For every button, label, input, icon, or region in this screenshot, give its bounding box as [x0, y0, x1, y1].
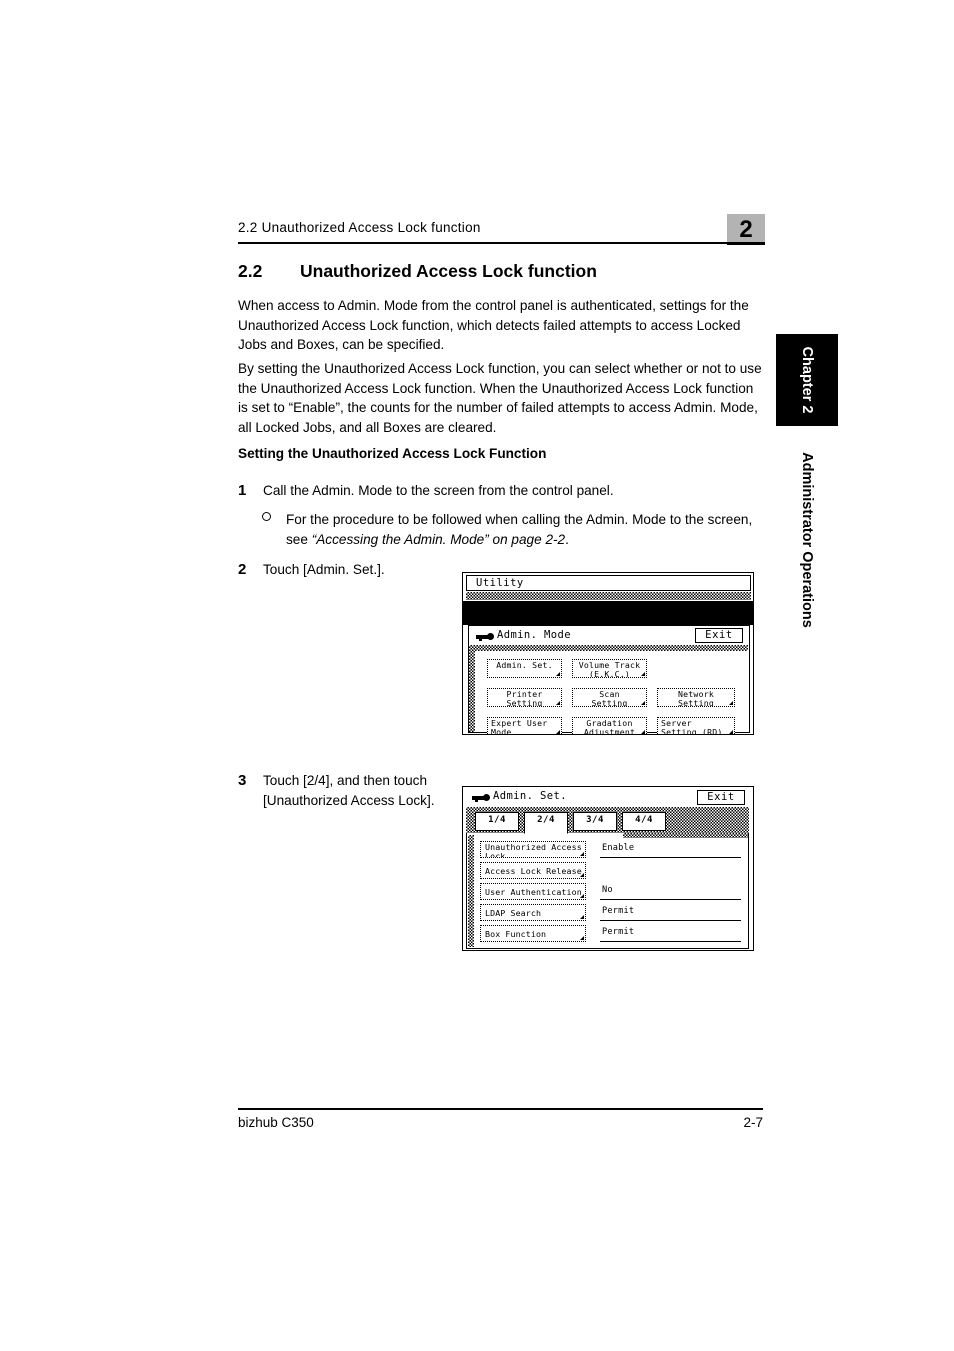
- corner-marker-icon: [641, 672, 645, 676]
- lcd2-tab-3-4[interactable]: 3/4: [573, 812, 617, 831]
- running-head: 2.2 Unauthorized Access Lock function: [238, 219, 763, 236]
- lcd2-window-header: Admin. Set. Exit: [463, 787, 753, 806]
- lcd2-left-rail: [468, 835, 474, 947]
- bullet-text: For the procedure to be followed when ca…: [286, 510, 762, 549]
- lcd2-row-ldap-search-label: LDAP Search: [485, 908, 542, 918]
- lcd1-button-expert-user-mode-label2: Mode: [491, 727, 512, 735]
- key-icon: [476, 633, 495, 641]
- lcd1-button-admin-set-label: Admin. Set.: [496, 660, 553, 670]
- lcd2-tab-1-4[interactable]: 1/4: [475, 812, 519, 831]
- corner-marker-icon: [580, 852, 584, 856]
- lcd1-button-scan-setting[interactable]: Scan Setting: [572, 688, 647, 707]
- lcd1-button-volume-track-label2: (E.K.C.): [588, 669, 631, 678]
- step-3-text: Touch [2/4], and then touch [Unauthorize…: [263, 773, 435, 808]
- lcd1-dither-strip-top: [466, 592, 751, 600]
- lcd2-row-box-function-label: Box Function: [485, 929, 547, 939]
- lcd1-button-admin-set[interactable]: Admin. Set.: [487, 659, 562, 678]
- lcd1-button-server-setting[interactable]: Server Setting (RD): [657, 717, 735, 735]
- lcd2-exit-button[interactable]: Exit: [697, 790, 745, 805]
- step-3-marker: 3: [238, 772, 247, 789]
- footer-product-name: bizhub C350: [238, 1115, 314, 1130]
- lcd1-window-title: Utility: [476, 577, 524, 589]
- lcd1-button-expert-user-mode[interactable]: Expert User Mode: [487, 717, 562, 735]
- lcd2-row-ldap-search[interactable]: LDAP Search: [480, 904, 586, 921]
- lcd2-row-box-function[interactable]: Box Function: [480, 925, 586, 942]
- lcd2-value-unauthorized-access-lock: Enable: [600, 843, 741, 858]
- section-heading: 2.2 Unauthorized Access Lock function: [238, 261, 763, 282]
- lcd1-button-printer-setting-label2: Setting: [506, 698, 543, 707]
- sub-heading: Setting the Unauthorized Access Lock Fun…: [238, 446, 547, 461]
- lcd1-left-rail: [469, 651, 475, 732]
- section-number: 2.2: [238, 261, 263, 281]
- step-2-marker: 2: [238, 561, 247, 578]
- lcd1-button-scan-setting-label2: Setting: [591, 698, 628, 707]
- corner-marker-icon: [556, 701, 560, 705]
- lcd2-value-user-authentication: No: [600, 885, 741, 900]
- step-1-marker: 1: [238, 482, 247, 499]
- chapter-badge-rule: [727, 242, 765, 245]
- lcd-screenshot-admin-mode: Utility Admin. Mode Exit Admin. Set. Vol…: [462, 572, 754, 735]
- corner-marker-icon: [580, 894, 584, 898]
- corner-marker-icon: [641, 730, 645, 734]
- lcd1-inner-window: Admin. Mode Exit Admin. Set. Volume Trac…: [468, 625, 750, 735]
- corner-marker-icon: [580, 936, 584, 940]
- corner-marker-icon: [641, 701, 645, 705]
- lcd2-inner-title: Admin. Set.: [493, 790, 567, 802]
- lcd-screenshot-admin-set: Admin. Set. Exit 1/4 2/4 3/4 4/4 Unautho…: [462, 786, 754, 951]
- lcd2-row-unauthorized-access-lock[interactable]: Unauthorized Access Lock: [480, 841, 586, 858]
- corner-marker-icon: [580, 915, 584, 919]
- section-title: Unauthorized Access Lock function: [300, 261, 597, 281]
- running-head-text: 2.2 Unauthorized Access Lock function: [238, 220, 481, 235]
- manual-page: 2.2 Unauthorized Access Lock function 2 …: [0, 0, 954, 1351]
- corner-marker-icon: [729, 701, 733, 705]
- lcd2-value-box-function: Permit: [600, 927, 741, 942]
- lcd1-button-server-setting-label2: Setting (RD): [661, 727, 723, 735]
- body-paragraph-1: When access to Admin. Mode from the cont…: [238, 298, 749, 353]
- lcd1-window-header: Admin. Mode Exit: [469, 626, 749, 644]
- lcd1-inner-title: Admin. Mode: [497, 629, 571, 641]
- step-1-text: Call the Admin. Mode to the screen from …: [263, 483, 614, 498]
- lcd2-value-ldap-search: Permit: [600, 906, 741, 921]
- lcd1-button-network-setting[interactable]: Network Setting: [657, 688, 735, 707]
- lcd1-button-printer-setting[interactable]: Printer Setting: [487, 688, 562, 707]
- footer-page-number: 2-7: [743, 1115, 763, 1130]
- lcd1-button-volume-track[interactable]: Volume Track (E.K.C.): [572, 659, 647, 678]
- key-icon: [472, 794, 491, 802]
- lcd1-dither-strip-inner: [469, 645, 748, 651]
- chapter-number-badge: 2: [727, 214, 765, 244]
- lcd1-titlebar: Utility: [466, 575, 751, 591]
- lcd2-row-access-lock-release[interactable]: Access Lock Release: [480, 862, 586, 879]
- lcd1-button-gradation-adjustment-label2: Adjustment: [583, 727, 636, 735]
- lcd1-button-network-setting-label2: Setting: [678, 698, 714, 707]
- bullet-circle-icon: [262, 512, 271, 521]
- footer-rule: [238, 1108, 763, 1110]
- step-1: 1 Call the Admin. Mode to the screen fro…: [238, 481, 763, 501]
- lcd2-row-unauthorized-access-lock-label2: Lock: [485, 851, 506, 858]
- running-head-rule: [238, 242, 763, 244]
- corner-marker-icon: [580, 873, 584, 877]
- lcd2-tab-2-4[interactable]: 2/4: [524, 812, 568, 834]
- chapter-side-label: Administrator Operations: [776, 440, 838, 640]
- lcd1-exit-button[interactable]: Exit: [695, 628, 743, 643]
- lcd2-tab-4-4[interactable]: 4/4: [622, 812, 666, 831]
- lcd2-row-access-lock-release-label: Access Lock Release: [485, 866, 582, 876]
- lcd2-row-user-authentication-label: User Authentication: [485, 887, 582, 897]
- lcd2-row-user-authentication[interactable]: User Authentication: [480, 883, 586, 900]
- lcd1-button-gradation-adjustment[interactable]: Gradation Adjustment: [572, 717, 647, 735]
- step-3: 3 Touch [2/4], and then touch [Unauthori…: [238, 771, 458, 810]
- bullet-text-after: .: [565, 531, 569, 547]
- body-paragraph-2: By setting the Unauthorized Access Lock …: [238, 361, 762, 436]
- chapter-side-tab: Chapter 2: [776, 334, 838, 426]
- step-1-bullet: For the procedure to be followed when ca…: [262, 510, 762, 549]
- corner-marker-icon: [729, 730, 733, 734]
- bullet-cross-reference: “Accessing the Admin. Mode” on page 2-2: [311, 531, 566, 547]
- corner-marker-icon: [556, 672, 560, 676]
- chapter-side-label-text: Administrator Operations: [799, 452, 815, 628]
- corner-marker-icon: [556, 730, 560, 734]
- lcd1-black-band: [463, 601, 753, 625]
- chapter-side-tab-label: Chapter 2: [799, 346, 815, 414]
